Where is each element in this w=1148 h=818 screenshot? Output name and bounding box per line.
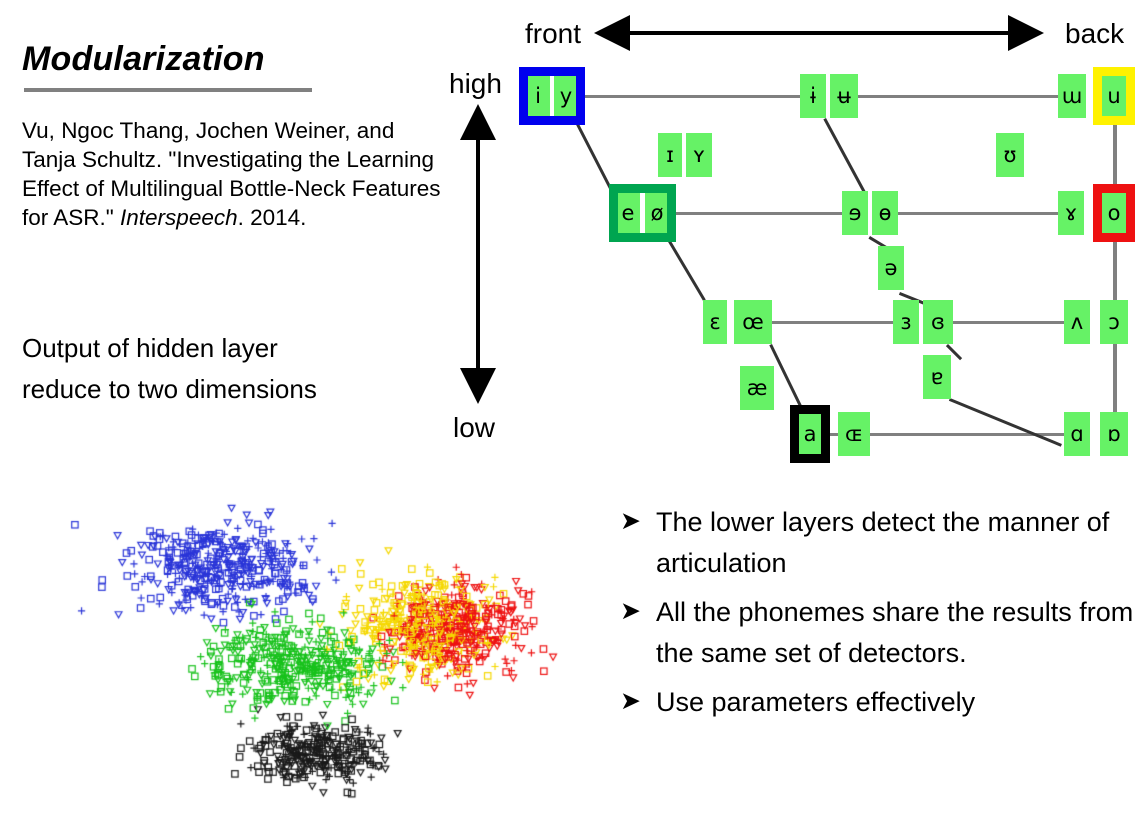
arrow-bullet-icon: ➤: [620, 597, 641, 625]
list-item-label: The lower layers detect the manner of ar…: [656, 507, 1110, 578]
highlight-box-red: [1093, 184, 1135, 242]
grid-line-horizontal: [772, 321, 893, 324]
bullet-list: ➤ The lower layers detect the manner of …: [620, 502, 1140, 731]
grid-line-horizontal: [578, 95, 800, 98]
phoneme-tile-close-mid-back-unrounded: ɤ: [1058, 191, 1084, 235]
grid-line-horizontal: [668, 212, 842, 215]
phoneme-tile-open-mid-front-unrounded: ɛ: [703, 300, 727, 344]
phoneme-tile-open-back-unrounded: ɑ: [1064, 412, 1090, 456]
arrow-bullet-icon: ➤: [620, 507, 641, 535]
grid-line-vertical: [1113, 235, 1117, 300]
phoneme-tile-near-open-central: ɐ: [923, 355, 951, 399]
list-item-label: All the phonemes share the results from …: [656, 597, 1134, 668]
tsne-scatter-plot: [18, 470, 618, 818]
phoneme-tile-close-mid-central-unrounded: ɘ: [842, 191, 868, 235]
phoneme-tile-close-central-unrounded: ɨ: [800, 74, 826, 118]
phoneme-tile-open-mid-central-rounded: ɞ: [923, 300, 953, 344]
grid-line-horizontal: [858, 95, 1058, 98]
phoneme-tile-schwa: ə: [878, 246, 904, 290]
citation-venue: Interspeech: [120, 205, 238, 230]
phoneme-tile-near-close-front-rounded: ʏ: [686, 133, 712, 177]
list-item: ➤ All the phonemes share the results fro…: [620, 592, 1140, 674]
highlight-box-black: [790, 405, 830, 463]
phoneme-tile-open-front-rounded: ɶ: [838, 412, 870, 456]
citation-text: Vu, Ngoc Thang, Jochen Weiner, and Tanja…: [22, 116, 442, 232]
list-item-label: Use parameters effectively: [656, 687, 976, 717]
grid-line-vertical: [1113, 118, 1117, 191]
grid-line-horizontal: [898, 212, 1058, 215]
scatter-canvas: [18, 470, 618, 818]
lead-description: Output of hidden layer reduce to two dim…: [22, 333, 317, 404]
grid-line-vertical: [1113, 344, 1117, 412]
ipa-vowel-chart: front back high low iyɨʉɯuɪʏʊeøɘɵɤoəɛœɜɞ…: [420, 0, 1148, 480]
citation-part-2: . 2014.: [237, 205, 307, 230]
page-title: Modularization: [22, 40, 265, 78]
phoneme-tile-near-close-back-rounded: ʊ: [996, 133, 1024, 177]
phoneme-tile-open-mid-central-unrounded: ɜ: [893, 300, 919, 344]
list-item: ➤ The lower layers detect the manner of …: [620, 502, 1140, 584]
phoneme-tile-near-open-front-unrounded: æ: [740, 366, 774, 410]
grid-line-horizontal: [953, 321, 1064, 324]
arrow-bullet-icon: ➤: [620, 687, 641, 715]
phoneme-tile-open-mid-back-rounded: ɔ: [1100, 300, 1128, 344]
phoneme-tile-open-mid-front-rounded: œ: [734, 300, 772, 344]
highlight-box-green: [609, 184, 676, 242]
highlight-box-blue: [519, 67, 585, 125]
phoneme-tile-open-mid-back-unrounded: ʌ: [1064, 300, 1090, 344]
phoneme-tile-close-mid-central-rounded: ɵ: [872, 191, 898, 235]
phoneme-tile-near-close-front-unrounded: ɪ: [658, 133, 682, 177]
highlight-box-yellow: [1093, 67, 1135, 125]
phoneme-tile-open-back-rounded: ɒ: [1100, 412, 1128, 456]
phoneme-tile-close-back-unrounded: ɯ: [1058, 74, 1086, 118]
list-item: ➤ Use parameters effectively: [620, 682, 1140, 723]
phoneme-tile-close-central-rounded: ʉ: [830, 74, 858, 118]
title-underline-rule: [24, 88, 312, 92]
